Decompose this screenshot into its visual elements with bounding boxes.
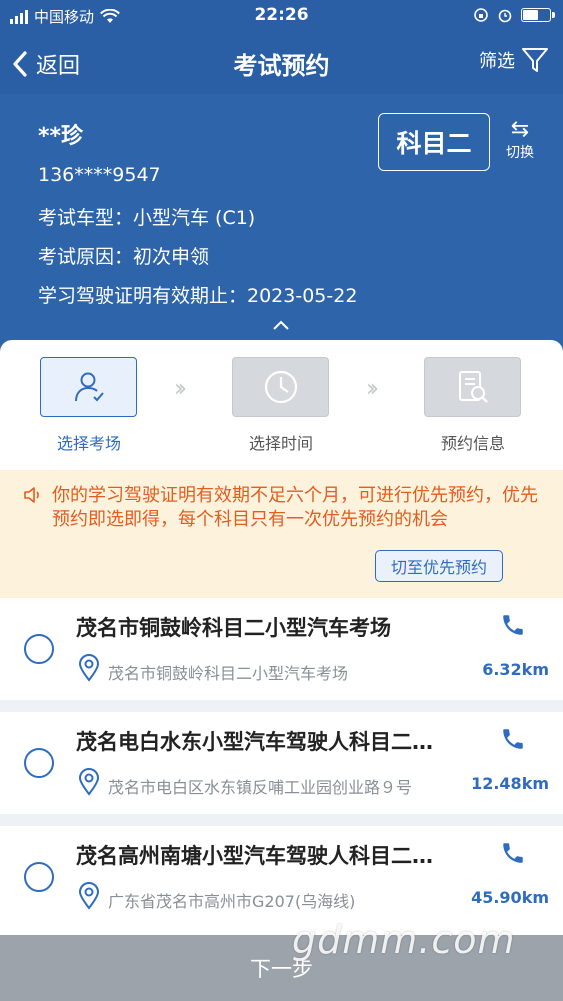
swap-icon: ⇆ — [510, 117, 530, 142]
user-phone: 136****9547 — [38, 164, 161, 186]
venue-distance: 6.32km — [482, 660, 549, 679]
battery-icon — [521, 8, 555, 22]
venue-radio[interactable] — [24, 634, 54, 664]
venue-address: 茂名市铜鼓岭科目二小型汽车考场 — [108, 664, 349, 683]
content-card: ›› ›› 选择考场 选择时间 预约信息 你的学习驾驶证明有效期不足六个月，可进… — [0, 340, 563, 1001]
chevron-up-icon[interactable] — [271, 318, 291, 332]
venue-item[interactable]: 茂名高州南塘小型汽车驾驶人科目二考场 广东省茂名市高州市G207(乌海线) 45… — [0, 826, 563, 928]
switch-subject-button[interactable]: ⇆ 切换 — [500, 118, 540, 162]
location-pin-icon — [78, 654, 100, 682]
venue-name: 茂名高州南塘小型汽车驾驶人科目二考场 — [76, 844, 446, 868]
filter-button[interactable]: 筛选 — [479, 46, 549, 74]
priority-notice: 你的学习驾驶证明有效期不足六个月，可进行优先预约，优先预约即选即得，每个科目只有… — [0, 470, 563, 598]
permit-expiry: 学习驾驶证明有效期止：2023-05-22 — [38, 285, 358, 307]
step-label-time: 选择时间 — [248, 434, 313, 453]
location-pin-icon — [78, 768, 100, 796]
step-arrow-icon: ›› — [174, 374, 187, 402]
chevron-left-icon — [13, 51, 27, 77]
venue-item[interactable]: 茂名电白水东小型汽车驾驶人科目二考场 茂名市电白区水东镇反哺工业园创业路９号 1… — [0, 712, 563, 814]
step-indicator: ›› ›› 选择考场 选择时间 预约信息 — [0, 340, 563, 470]
location-pin-icon — [78, 882, 100, 910]
vehicle-type: 考试车型：小型汽车 (C1) — [38, 207, 256, 229]
phone-icon[interactable] — [500, 726, 526, 752]
step-label-info: 预约信息 — [440, 434, 505, 453]
switch-label: 切换 — [506, 145, 534, 161]
funnel-icon — [522, 48, 548, 72]
user-name: **珍 — [38, 124, 84, 149]
watermark: gdmm.com — [292, 918, 516, 962]
divider — [0, 814, 563, 826]
venue-address: 茂名市电白区水东镇反哺工业园创业路９号 — [108, 778, 413, 797]
switch-priority-button[interactable]: 切至优先预约 — [375, 550, 503, 582]
step-label-venue: 选择考场 — [56, 434, 121, 453]
venue-item[interactable]: 茂名市铜鼓岭科目二小型汽车考场 茂名市铜鼓岭科目二小型汽车考场 6.32km — [0, 598, 563, 700]
back-label: 返回 — [36, 54, 81, 79]
clock-icon — [264, 370, 297, 404]
phone-icon[interactable] — [500, 612, 526, 638]
step-select-venue[interactable] — [40, 357, 137, 417]
venue-radio[interactable] — [24, 748, 54, 778]
back-button[interactable]: 返回 — [12, 48, 80, 80]
user-check-icon — [74, 372, 104, 402]
nav-bar: 返回 考试预约 筛选 — [0, 32, 563, 94]
speaker-icon — [24, 487, 39, 503]
notice-text: 你的学习驾驶证明有效期不足六个月，可进行优先预约，优先预约即选即得，每个科目只有… — [52, 485, 538, 530]
venue-radio[interactable] — [24, 862, 54, 892]
status-bar: 中国移动 22:26 — [0, 0, 563, 32]
alarm-icon — [498, 9, 512, 23]
rotation-lock-icon — [474, 8, 488, 22]
phone-icon[interactable] — [500, 840, 526, 866]
venue-name: 茂名市铜鼓岭科目二小型汽车考场 — [76, 616, 391, 640]
step-booking-info — [424, 357, 521, 417]
venue-address: 广东省茂名市高州市G207(乌海线) — [108, 892, 356, 911]
exam-reason: 考试原因：初次申领 — [38, 246, 210, 268]
step-arrow-icon: ›› — [366, 374, 379, 402]
divider — [0, 700, 563, 712]
venue-distance: 45.90km — [471, 888, 549, 907]
document-search-icon — [458, 371, 488, 403]
venue-name: 茂名电白水东小型汽车驾驶人科目二考场 — [76, 730, 446, 754]
profile-header: **珍 136****9547 考试车型：小型汽车 (C1) 考试原因：初次申领… — [0, 94, 563, 354]
venue-distance: 12.48km — [471, 774, 549, 793]
step-select-time — [232, 357, 329, 417]
subject-button[interactable]: 科目二 — [378, 113, 490, 171]
filter-label: 筛选 — [479, 51, 515, 72]
